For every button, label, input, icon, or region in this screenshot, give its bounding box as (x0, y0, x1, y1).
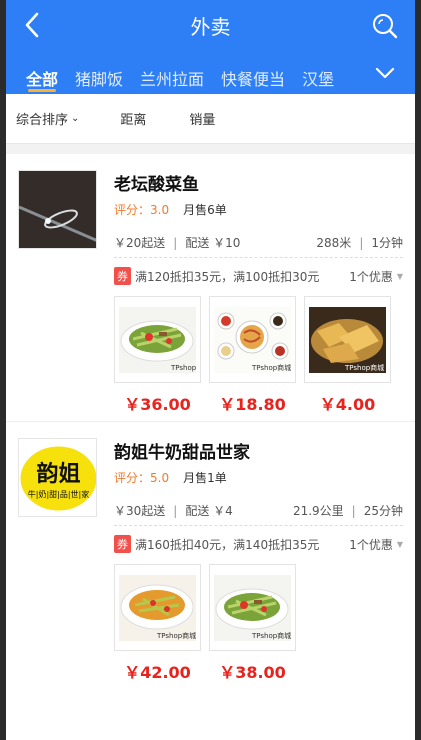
watermark: TPshop商城 (170, 363, 196, 372)
fried-snack-icon: TPshop商城 (309, 306, 386, 373)
search-icon (373, 14, 398, 39)
stir-fry-dish-icon: TPshop商城 (214, 574, 291, 641)
sort-default[interactable]: 综合排序 ⌄ (16, 109, 79, 128)
watermark: TPshop商城 (251, 631, 291, 640)
food-price: ￥38.00 (219, 663, 286, 682)
food-price: ￥36.00 (124, 395, 191, 414)
watermark: TPshop商城 (251, 363, 291, 372)
shop-logo (18, 170, 97, 249)
shop-card[interactable]: 韵姐 牛|奶|甜|品|世|家 韵姐牛奶甜品世家 评分：5.0 月售1单 ￥30起… (6, 422, 415, 690)
food-item[interactable]: TPshop商城 ￥42.00 (114, 564, 201, 685)
min-order: ￥20起送 (114, 236, 166, 250)
watermark: TPshop商城 (156, 631, 196, 640)
logo-subtext: 牛|奶|甜|品|世|家 (28, 489, 89, 499)
distance: 288米 (316, 236, 352, 250)
monthly-sales: 月售1单 (183, 470, 227, 485)
caret-down-icon: ⌄ (71, 113, 80, 124)
sort-default-label: 综合排序 (16, 113, 69, 128)
sort-sales[interactable]: 销量 (189, 109, 215, 128)
food-price: ￥4.00 (319, 395, 376, 414)
shop-score: 评分：5.0 (114, 470, 170, 485)
section-gap (6, 144, 415, 154)
food-item[interactable]: TPshop商城 ￥4.00 (304, 296, 391, 417)
shop-meta: 评分：5.0 月售1单 (114, 466, 403, 488)
tab-lanzhou-noodles[interactable]: 兰州拉面 (140, 51, 204, 94)
noodle-bowls-icon: TPshop商城 (214, 306, 291, 373)
tab-pork-trotter-rice[interactable]: 猪脚饭 (75, 51, 123, 94)
delivery-info: ￥20起送 | 配送 ￥10 288米 | 1分钟 (114, 228, 403, 258)
shop-score: 评分：3.0 (114, 202, 170, 217)
food-image: TPshop商城 (209, 296, 296, 383)
food-image: TPshop商城 (114, 296, 201, 383)
triangle-down-icon: ▼ (396, 271, 403, 281)
tab-all[interactable]: 全部 (26, 51, 58, 94)
shop-meta: 评分：3.0 月售6单 (114, 198, 403, 220)
ring-photo-icon (19, 171, 96, 248)
food-item[interactable]: TPshop商城 ￥38.00 (209, 564, 296, 685)
food-item[interactable]: TPshop商城 ￥36.00 (114, 296, 201, 417)
distance: 21.9公里 (292, 504, 344, 518)
sort-bar: 综合排序 ⌄ 距离 销量 (6, 94, 415, 144)
promo-text: 满160抵扣40元，满140抵扣35元 (135, 537, 320, 552)
food-price: ￥42.00 (124, 663, 191, 682)
triangle-down-icon: ▼ (396, 539, 403, 549)
food-image: TPshop商城 (114, 564, 201, 651)
promo-count[interactable]: 1个优惠 ▼ (349, 268, 403, 285)
chevron-down-icon (375, 67, 395, 78)
logo-text: 韵姐 (36, 461, 80, 487)
stir-fry-dish-icon: TPshop商城 (119, 306, 196, 373)
tab-fast-food[interactable]: 快餐便当 (221, 51, 285, 94)
expand-tabs-button[interactable] (355, 51, 415, 94)
promo-count[interactable]: 1个优惠 ▼ (349, 536, 403, 553)
braised-dish-icon: TPshop商城 (119, 574, 196, 641)
promo-count-label: 1个优惠 (349, 537, 393, 552)
chevron-left-icon (25, 12, 39, 38)
category-tabs: 全部 猪脚饭 兰州拉面 快餐便当 汉堡 (6, 51, 415, 94)
divider: | (173, 235, 178, 250)
shop-info: 韵姐牛奶甜品世家 评分：5.0 月售1单 ￥30起送 | 配送 ￥4 21.9公… (114, 436, 403, 562)
shop-logo: 韵姐 牛|奶|甜|品|世|家 (18, 438, 97, 517)
food-image: TPshop商城 (209, 564, 296, 651)
food-image: TPshop商城 (304, 296, 391, 383)
divider: | (351, 503, 356, 518)
promo-row[interactable]: 券 满160抵扣40元，满140抵扣35元 1个优惠 ▼ (114, 526, 403, 562)
food-list: TPshop商城 ￥42.00 TPshop商城 ￥38.00 (114, 564, 403, 685)
delivery-fee: 配送 ￥10 (185, 236, 241, 250)
divider: | (173, 503, 178, 518)
search-button[interactable] (371, 12, 399, 40)
app-screen: 外卖 全部 猪脚饭 兰州拉面 快餐便当 汉堡 综合排序 ⌄ 距离 销量 老坛酸菜… (6, 0, 415, 740)
delivery-fee: 配送 ￥4 (185, 504, 233, 518)
shop-name: 韵姐牛奶甜品世家 (114, 443, 250, 463)
page-title: 外卖 (190, 15, 231, 39)
coupon-badge: 券 (114, 267, 131, 285)
min-order: ￥30起送 (114, 504, 166, 518)
watermark: TPshop商城 (344, 363, 384, 372)
header-bar: 外卖 (6, 0, 415, 51)
shop-card[interactable]: 老坛酸菜鱼 评分：3.0 月售6单 ￥20起送 | 配送 ￥10 288米 | … (6, 154, 415, 422)
promo-text: 满120抵扣35元，满100抵扣30元 (135, 269, 320, 284)
sort-distance[interactable]: 距离 (120, 109, 146, 128)
back-button[interactable] (20, 11, 44, 39)
delivery-time: 25分钟 (363, 504, 403, 518)
shop-name: 老坛酸菜鱼 (114, 175, 199, 195)
promo-count-label: 1个优惠 (349, 269, 393, 284)
food-list: TPshop商城 ￥36.00 TPshop商城 (114, 296, 403, 417)
delivery-time: 1分钟 (371, 236, 403, 250)
yunjie-logo-icon: 韵姐 牛|奶|甜|品|世|家 (19, 439, 96, 516)
food-price: ￥18.80 (219, 395, 286, 414)
delivery-info: ￥30起送 | 配送 ￥4 21.9公里 | 25分钟 (114, 496, 403, 526)
monthly-sales: 月售6单 (183, 202, 227, 217)
food-item[interactable]: TPshop商城 ￥18.80 (209, 296, 296, 417)
shop-info: 老坛酸菜鱼 评分：3.0 月售6单 ￥20起送 | 配送 ￥10 288米 | … (114, 168, 403, 294)
tab-burger[interactable]: 汉堡 (302, 51, 342, 94)
coupon-badge: 券 (114, 535, 131, 553)
divider: | (359, 235, 364, 250)
promo-row[interactable]: 券 满120抵扣35元，满100抵扣30元 1个优惠 ▼ (114, 258, 403, 294)
